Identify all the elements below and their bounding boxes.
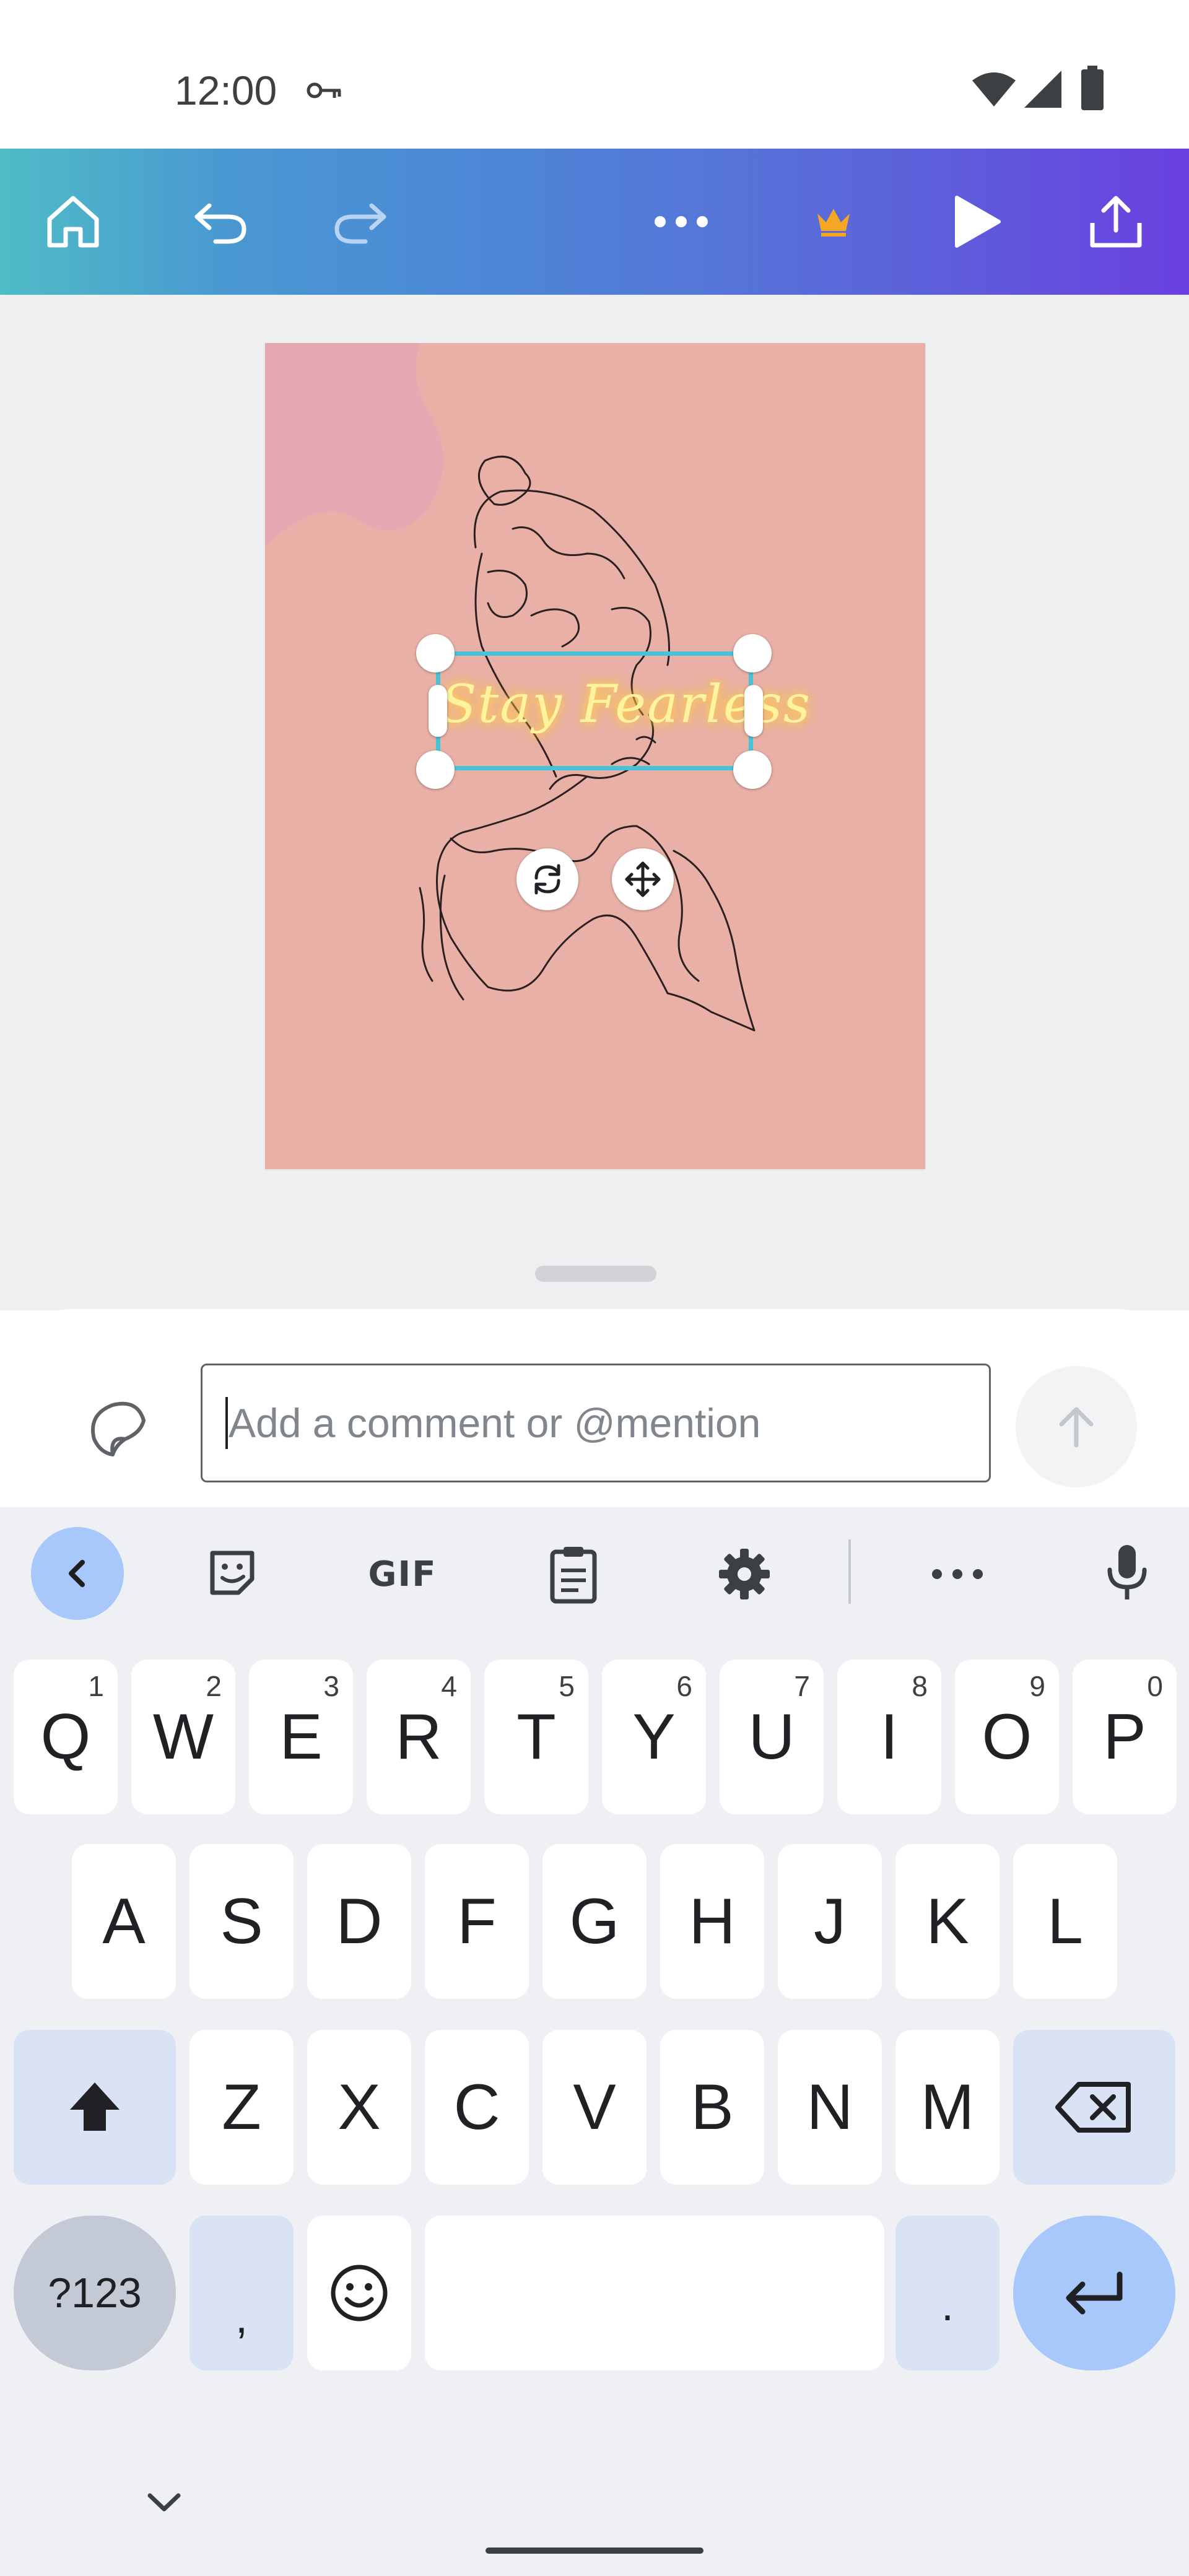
keyboard-more-button[interactable] [925,1548,990,1600]
sticker-icon[interactable] [82,1396,150,1458]
key-b[interactable]: B [660,2030,764,2185]
key-d[interactable]: D [307,1844,411,1999]
emoji-icon [331,2265,388,2321]
key-m[interactable]: M [895,2030,1000,2185]
key-r[interactable]: R4 [367,1660,471,1814]
sheet-drag-handle[interactable] [535,1266,656,1282]
shift-icon [70,2082,120,2131]
key-i[interactable]: I8 [837,1660,941,1814]
more-icon [932,1569,983,1579]
voice-input-button[interactable] [1095,1538,1159,1606]
resize-handle-bottom-left[interactable] [416,751,455,789]
clipboard-icon [550,1547,597,1604]
key-f[interactable]: F [425,1844,529,1999]
key-t[interactable]: T5 [484,1660,588,1814]
more-options-button[interactable] [619,149,743,295]
send-comment-button[interactable] [1016,1366,1137,1487]
resize-handle-left[interactable] [429,685,447,737]
share-button[interactable] [1054,149,1178,295]
resize-handle-right[interactable] [744,685,763,737]
home-icon [47,196,99,248]
key-icon [307,82,341,98]
editor-toolbar [0,149,1189,295]
symbols-key[interactable]: ?123 [14,2216,176,2370]
settings-button[interactable] [712,1542,777,1606]
emoji-key[interactable] [307,2216,411,2370]
mic-icon [1107,1545,1147,1599]
key-h[interactable]: H [660,1844,764,1999]
rotate-button[interactable] [516,848,578,910]
premium-button[interactable] [772,149,895,295]
selected-text-element[interactable]: Stay Fearless [441,674,810,734]
key-n[interactable]: N [778,2030,882,2185]
key-k[interactable]: K [895,1844,1000,1999]
undo-button[interactable] [159,149,282,295]
key-z[interactable]: Z [189,2030,294,2185]
enter-key[interactable] [1013,2216,1175,2370]
key-e[interactable]: E3 [249,1660,353,1814]
key-s[interactable]: S [189,1844,294,1999]
key-y[interactable]: Y6 [602,1660,706,1814]
undo-icon [194,203,246,244]
period-key[interactable]: . [895,2216,1000,2370]
crown-icon [817,209,850,237]
backspace-key[interactable] [1013,2030,1175,2185]
key-w[interactable]: W2 [131,1660,235,1814]
redo-icon [334,203,386,244]
comment-input[interactable]: Add a comment or @mention [201,1364,991,1482]
comma-key[interactable]: , [189,2216,294,2370]
chevron-left-icon [69,1560,85,1587]
toolbar-divider [848,1539,851,1604]
canvas-area [0,295,1189,1310]
gif-button[interactable]: GIF [359,1554,446,1595]
clipboard-button[interactable] [541,1542,606,1606]
text-cursor [225,1397,228,1449]
shift-key[interactable] [14,2030,176,2185]
key-a[interactable]: A [72,1844,176,1999]
home-button[interactable] [11,149,135,295]
redo-button[interactable] [298,149,422,295]
battery-icon [1081,66,1104,110]
settings-icon [719,1549,770,1599]
clock: 12:00 [175,67,277,113]
key-o[interactable]: O9 [955,1660,1059,1814]
present-button[interactable] [913,149,1037,295]
signal-icon [1024,71,1061,108]
status-bar: 12:00 [0,0,1189,149]
move-button[interactable] [612,848,674,910]
chevron-down-icon[interactable] [142,2489,186,2517]
keyboard-back-button[interactable] [31,1527,124,1620]
resize-handle-bottom-right[interactable] [733,751,772,789]
resize-handle-top-left[interactable] [416,634,455,672]
more-icon [655,216,708,227]
key-j[interactable]: J [778,1844,882,1999]
move-icon [625,861,661,897]
key-l[interactable]: L [1013,1844,1117,1999]
sticker-icon [210,1551,255,1595]
key-c[interactable]: C [425,2030,529,2185]
key-x[interactable]: X [307,2030,411,2185]
arrow-up-icon [1059,1407,1094,1448]
home-indicator[interactable] [486,2548,703,2554]
resize-handle-top-right[interactable] [733,634,772,672]
key-u[interactable]: U7 [720,1660,824,1814]
rotate-icon [534,864,560,895]
key-p[interactable]: P0 [1073,1660,1177,1814]
key-q[interactable]: Q1 [14,1660,118,1814]
sticker-button[interactable] [198,1542,266,1604]
wifi-icon [972,72,1016,107]
backspace-icon [1055,2082,1131,2133]
key-v[interactable]: V [542,2030,647,2185]
key-g[interactable]: G [542,1844,647,1999]
enter-icon [1066,2271,1123,2315]
share-icon [1090,196,1142,248]
space-key[interactable] [425,2216,884,2370]
play-icon [955,196,1001,248]
